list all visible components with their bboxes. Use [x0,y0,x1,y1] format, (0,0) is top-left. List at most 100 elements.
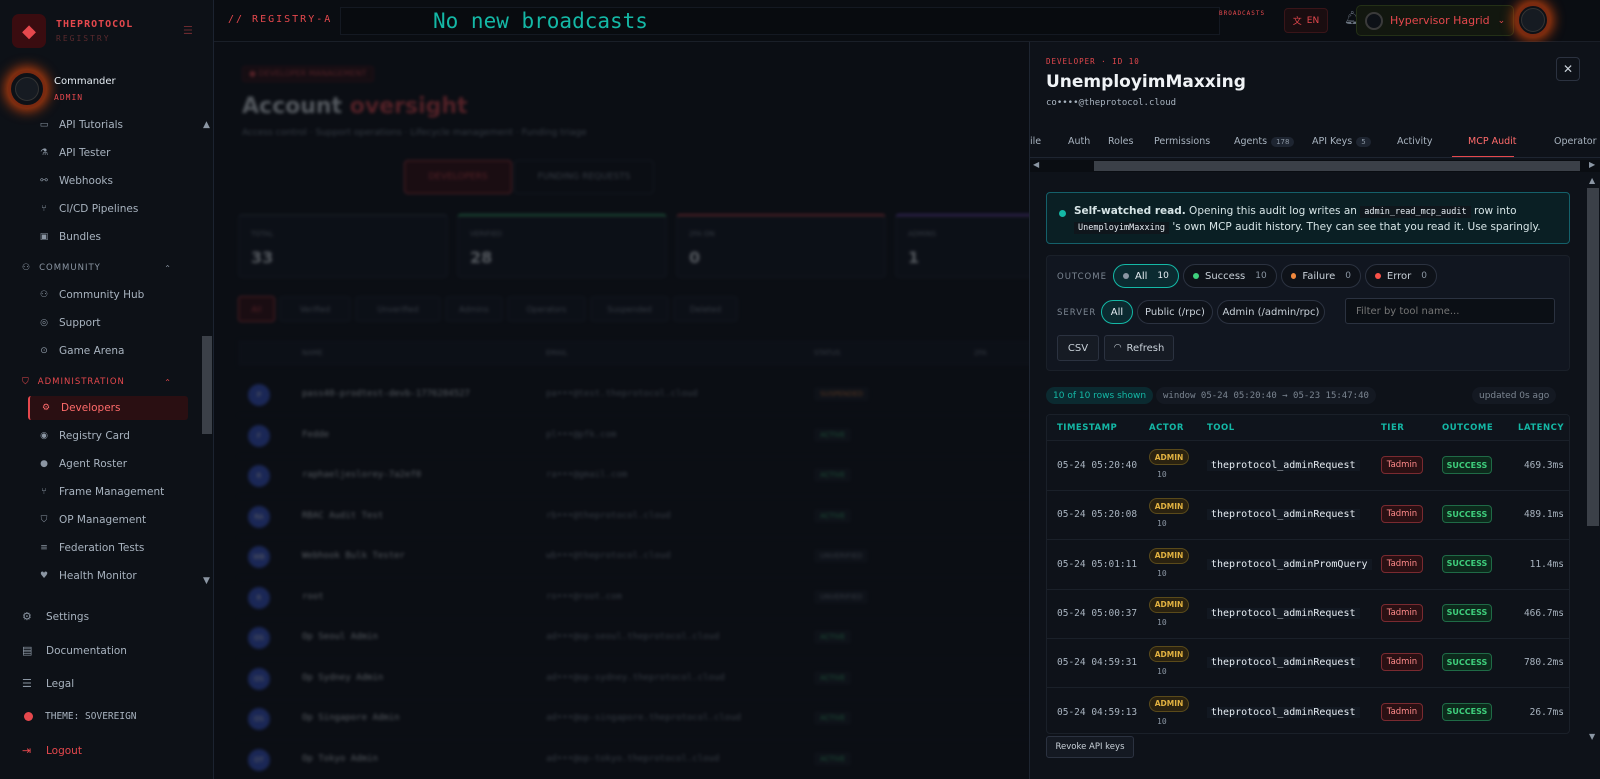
sidebar-item-ci-cd-pipelines[interactable]: ⑂ CI/CD Pipelines [28,197,188,221]
scroll-right-icon[interactable]: ▶ [1589,160,1595,169]
dev-row[interactable]: Rroot ro•••@root.com UNVERIFIED [238,579,1029,619]
audit-row[interactable]: 05-24 05:00:37 ADMIN 10 theprotocol_adminRe… [1047,590,1569,639]
sidebar-item-health-monitor[interactable]: ♥ Health Monitor [28,564,188,588]
collapse-sidebar-icon[interactable]: ☰ [183,24,193,37]
dev-row[interactable]: F Fedde pl•••@pfk.com ACTIVE [238,417,1029,457]
theme-toggle[interactable]: THEME: SOVEREIGN [22,711,137,722]
stat-label: TOTAL [251,230,274,238]
tool-filter-input[interactable] [1345,298,1555,324]
scroll-down-icon[interactable]: ▼ [203,576,210,586]
tier-badge: Tadmin [1381,505,1423,524]
tabs-scrollbar[interactable]: ◀ ▶ [1030,160,1600,172]
legal-link[interactable]: ☰ Legal [22,677,74,690]
dev-row[interactable]: WB Webhook Bulk Tester wb•••@theprotocol.c… [238,538,1029,578]
logout-icon: ⇥ [22,744,32,757]
audit-row[interactable]: 05-24 05:20:08 ADMIN 10 theprotocol_adminRe… [1047,491,1569,541]
top-avatar[interactable] [1516,3,1550,37]
filter-chip[interactable]: Unverified [355,296,441,322]
filter-chip[interactable]: Deleted [673,296,738,322]
outcome-badge: SUCCESS [1442,456,1492,474]
sidebar-item-webhooks[interactable]: ⚯ Webhooks [28,169,188,193]
tab-mcp-audit[interactable]: MCP Audit [1468,136,1517,147]
tab-roles[interactable]: Roles [1108,136,1133,147]
page-title: Account oversight [242,94,468,119]
sidebar-item-game-arena[interactable]: ⊙ Game Arena [28,339,188,363]
logout-link[interactable]: ⇥ Logout [22,744,82,757]
outcome-filter-all[interactable]: All 10 [1113,264,1179,288]
filter-chip[interactable]: Operators [507,296,586,322]
sidebar-item-bundles[interactable]: ▣ Bundles [28,225,188,249]
sidebar-item-op-management[interactable]: ⛉ OP Management [28,508,188,532]
revoke-api-keys-button[interactable]: Revoke API keys [1046,736,1134,758]
stat-card: TOTAL 33 [238,214,448,278]
audit-row[interactable]: 05-24 05:20:40 ADMIN 10 theprotocol_adminRe… [1047,442,1569,491]
section-administration[interactable]: ⛉ ADMINISTRATION ⌃ [22,377,182,387]
outcome-filter-failure[interactable]: Failure 0 [1281,264,1361,288]
scroll-up-icon[interactable]: ▲ [203,120,210,130]
server-filter-admin[interactable]: Admin (/admin/rpc) [1217,300,1325,324]
sidebar-scrollbar[interactable] [202,336,212,434]
sidebar-item-federation-tests[interactable]: ≡ Federation Tests [28,536,188,560]
language-button[interactable]: 文 EN [1284,8,1328,33]
audit-row[interactable]: 05-24 05:01:11 ADMIN 10 theprotocol_adminPr… [1047,541,1569,590]
drawer-scroll-down-icon[interactable]: ▼ [1589,732,1595,741]
filter-chip[interactable]: Verified [279,296,351,322]
brand[interactable]: ◆ THEPROTOCOL REGISTRY [12,14,133,48]
language-label: EN [1306,15,1320,26]
tab-activity[interactable]: Activity [1397,136,1433,147]
tab-label: Permissions [1154,136,1211,147]
tab-permissions[interactable]: Permissions [1154,136,1210,147]
sidebar-item-agent-roster[interactable]: ● Agent Roster [28,452,188,476]
scroll-left-icon[interactable]: ◀ [1033,160,1039,169]
dev-name: Op Tokyo Admin [302,753,378,764]
account-menu[interactable]: Hypervisor Hagrid ⌄ [1356,5,1514,36]
documentation-link[interactable]: ▤ Documentation [22,644,127,657]
audit-row[interactable]: 05-24 04:59:13 ADMIN 10 theprotocol_adminRe… [1047,689,1569,734]
row-timestamp: 05-24 05:00:37 [1057,607,1138,619]
filter-chip[interactable]: Suspended [590,296,669,322]
audit-row[interactable]: 05-24 04:59:31 ADMIN 10 theprotocol_adminRe… [1047,639,1569,689]
sidebar-item-community-hub[interactable]: ⚇ Community Hub [28,283,188,307]
tab-label: Roles [1108,136,1134,147]
sidebar-item-registry-card[interactable]: ◉ Registry Card [28,424,188,448]
filter-chip[interactable]: All [238,296,275,322]
dev-row[interactable]: OS Op Singapore Admin ad•••@op-singapore.t… [238,700,1029,740]
filter-chip[interactable]: Admins [445,296,503,322]
server-filter-public[interactable]: Public (/rpc) [1137,300,1213,324]
close-button[interactable]: ✕ [1556,57,1580,81]
dev-row[interactable]: OT Op Tokyo Admin ad•••@op-tokyo.theprotoc… [238,741,1029,779]
theme-dot-icon [24,712,33,721]
sidebar-item-api-tester[interactable]: ⚗ API Tester [28,141,188,165]
dev-row[interactable]: Ppass40-prodtest-devb-1776284527 pa•••@te… [238,376,1029,416]
dev-row[interactable]: Rraphaeljeslorey-7a2ef0 ra•••@gmail.com AC… [238,457,1029,497]
tab-funding[interactable]: FUNDING REQUESTS [514,160,654,194]
settings-link[interactable]: ⚙ Settings [22,610,89,623]
drawer-scroll-up-icon[interactable]: ▲ [1589,176,1595,185]
sidebar-item-support[interactable]: ◎ Support [28,311,188,335]
tab-agents[interactable]: Agents 178 [1234,136,1295,147]
tab-developers[interactable]: DEVELOPERS [404,160,512,194]
sidebar-item-developers[interactable]: ⚙ Developers [28,396,188,420]
outcome-filter-error[interactable]: Error 0 [1365,264,1437,288]
dev-row[interactable]: RA RBAC Audit Test rb•••@theprotocol.cloud… [238,498,1029,538]
csv-button[interactable]: CSV [1057,335,1099,361]
actor-badge: ADMIN [1149,646,1189,663]
refresh-button[interactable]: ◠ Refresh [1104,335,1174,361]
sidebar-item-label: Federation Tests [59,542,145,554]
dev-row[interactable]: OS Op Sydney Admin ad•••@op-sydney.theprot… [238,660,1029,700]
tab-auth[interactable]: Auth [1068,136,1090,147]
tabs-scroll-thumb[interactable] [1094,161,1580,171]
dev-email: rb•••@theprotocol.cloud [546,510,671,521]
sidebar-item-api-tutorials[interactable]: ▭ API Tutorials [28,114,188,137]
server-filter-all[interactable]: All [1101,300,1133,324]
tab-operator[interactable]: Operator [1554,136,1597,147]
outcome-filter-success[interactable]: Success 10 [1183,264,1277,288]
tab-api-keys[interactable]: API Keys 5 [1312,136,1371,147]
drawer-scrollbar[interactable] [1587,188,1599,526]
section-community[interactable]: ⚇ COMMUNITY ⌃ [22,263,182,273]
broadcast-badge[interactable]: BROADCASTS [1219,10,1265,17]
sidebar-item-frame-management[interactable]: ⑂ Frame Management [28,480,188,504]
user-profile[interactable]: Commander ADMIN [8,70,116,108]
tab-ile[interactable]: ile [1030,136,1041,147]
dev-row[interactable]: OS Op Seoul Admin ad•••@op-seoul.theprotoc… [238,619,1029,659]
